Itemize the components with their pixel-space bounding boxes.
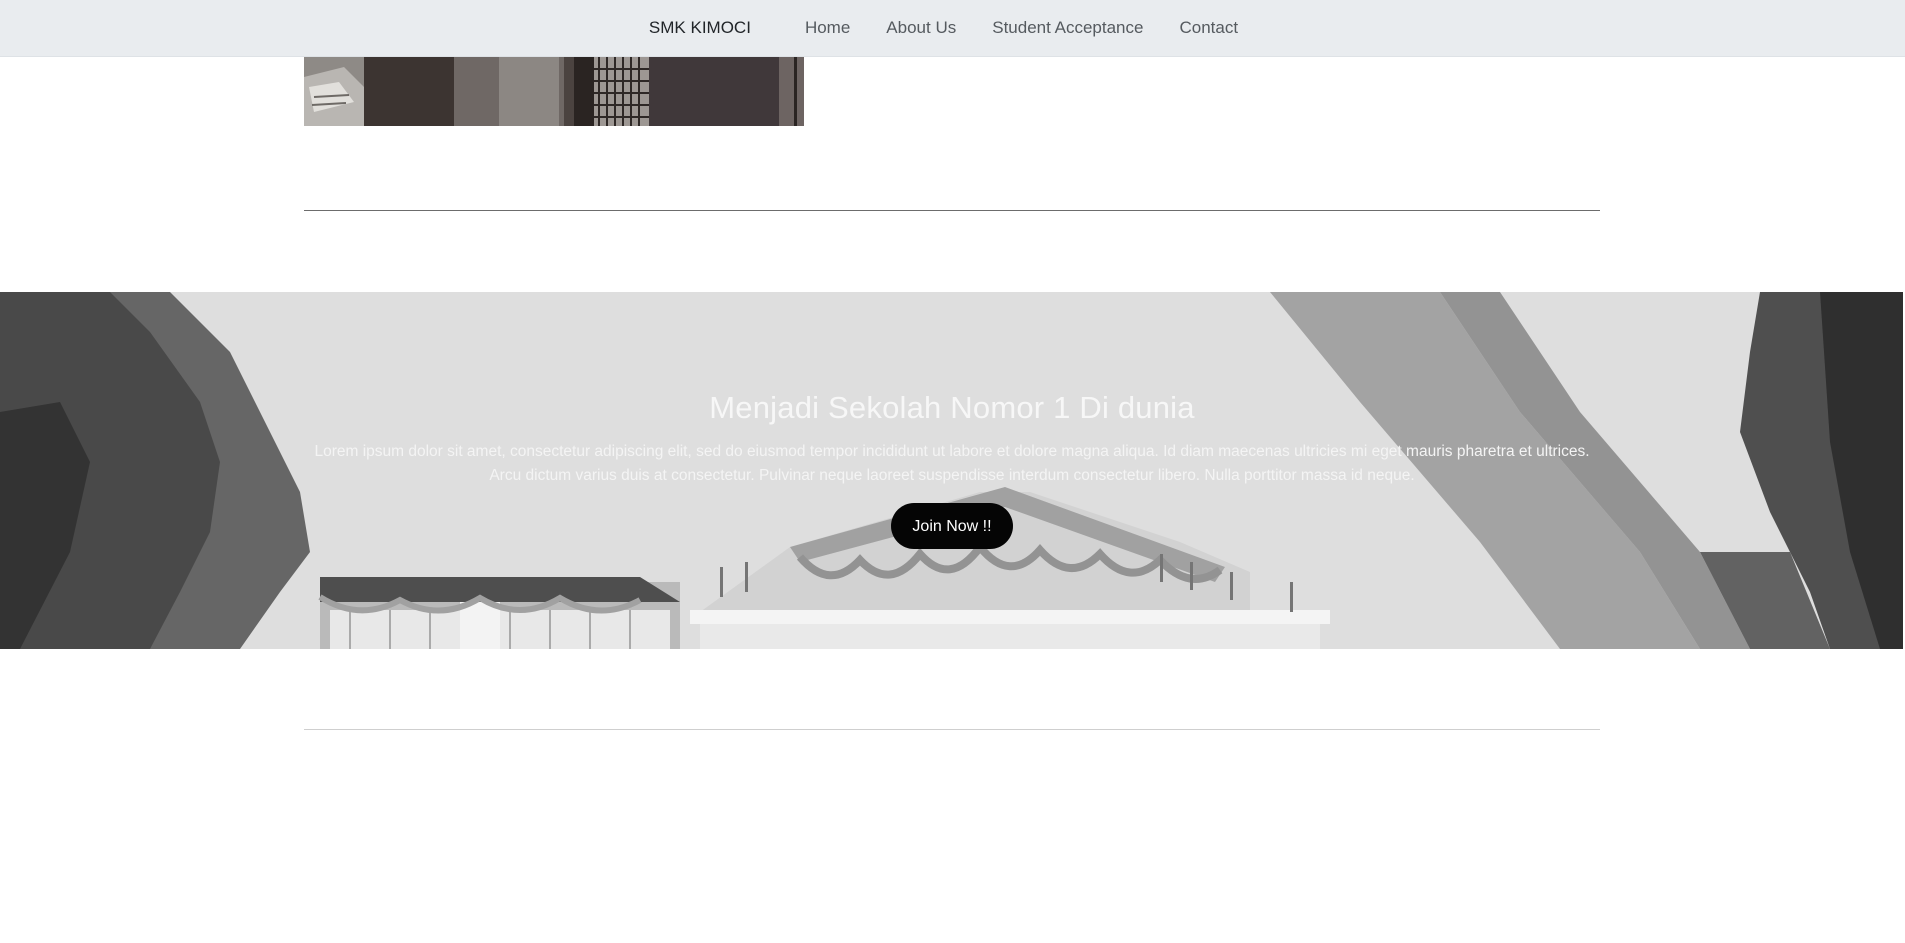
nav-link-home[interactable]: Home bbox=[805, 18, 850, 38]
nav-container: SMK KIMOCI Home About Us Student Accepta… bbox=[0, 0, 1905, 56]
section-divider bbox=[304, 210, 1600, 211]
hero-title: Menjadi Sekolah Nomor 1 Di dunia bbox=[709, 390, 1195, 425]
navbar: SMK KIMOCI Home About Us Student Accepta… bbox=[0, 0, 1905, 57]
footer-divider bbox=[304, 729, 1600, 730]
about-photo bbox=[304, 57, 804, 126]
hero-banner: Menjadi Sekolah Nomor 1 Di dunia Lorem i… bbox=[0, 292, 1903, 649]
brand-link[interactable]: SMK KIMOCI bbox=[649, 18, 751, 38]
hero-description: Lorem ipsum dolor sit amet, consectetur … bbox=[314, 443, 1590, 484]
nav-link-student-acceptance[interactable]: Student Acceptance bbox=[992, 18, 1143, 38]
nav-link-about-us[interactable]: About Us bbox=[886, 18, 956, 38]
nav-link-contact[interactable]: Contact bbox=[1179, 18, 1238, 38]
join-now-button[interactable]: Join Now !! bbox=[891, 503, 1013, 549]
page: SMK KIMOCI Home About Us Student Accepta… bbox=[0, 0, 1905, 943]
hero-content: Menjadi Sekolah Nomor 1 Di dunia Lorem i… bbox=[304, 292, 1600, 649]
about-photo-graphic bbox=[304, 57, 804, 126]
